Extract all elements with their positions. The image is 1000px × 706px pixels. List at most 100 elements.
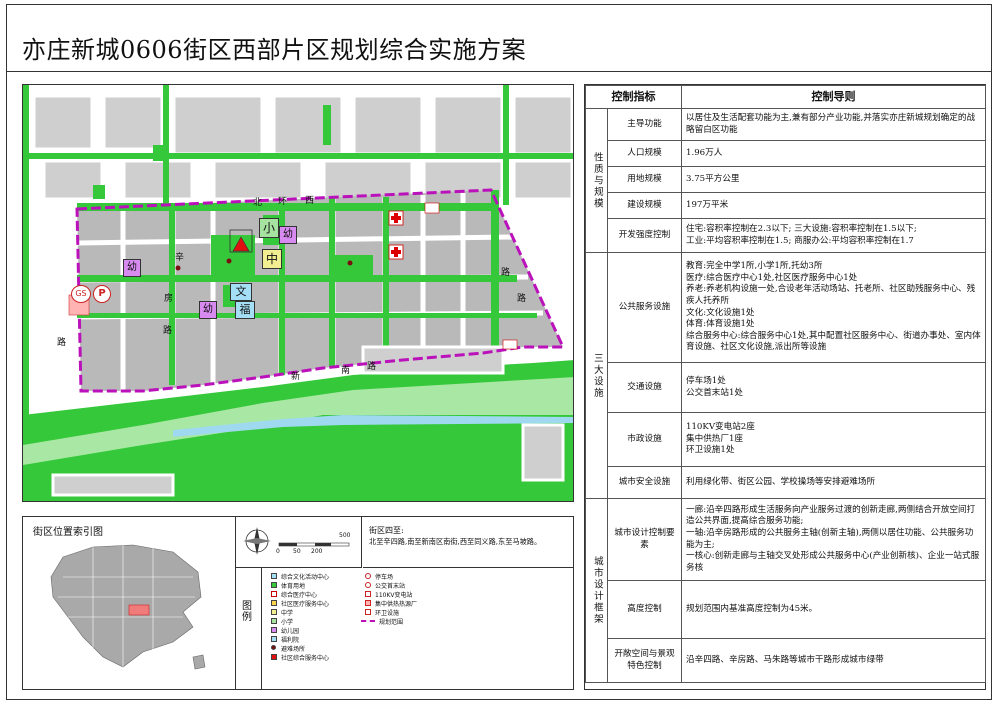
scope-title: 街区四至: [369, 526, 404, 535]
indicator-cell: 用地规模 [607, 166, 682, 193]
road-label: 路 [163, 326, 173, 336]
block-scope-info: 街区四至: 北至辛四路,南至新南区南街,西至同义路,东至马坡路。 [363, 517, 573, 568]
road-label: 路 [501, 268, 511, 278]
culture-facility-icon: 文 [235, 285, 247, 298]
substation-icon [365, 591, 371, 597]
legend-item: 幼儿园 [281, 628, 300, 635]
indicator-cell: 高度控制 [607, 580, 682, 639]
guideline-cell: 110KV变电站2座 集中供热厂1座 环卫设施1处 [681, 412, 986, 467]
road-label: 路 [57, 338, 67, 348]
facility-culture: 文 [230, 283, 252, 301]
indicator-cell: 城市安全设施 [607, 466, 682, 499]
middle-school-icon [271, 609, 277, 615]
table-row: 三大设施 公共服务设施 教育:完全中学1所,小学1所,托幼3所 医疗:综合医疗中… [585, 252, 986, 499]
index-map-graphic [50, 544, 206, 670]
table-header-row: 控制指标 控制导则 [585, 85, 986, 109]
indicator-cell: 开敞空间与景观特色控制 [607, 638, 682, 683]
legend-item: 福利院 [281, 637, 300, 644]
road-label: 南 [341, 366, 351, 376]
legend-item: 综合文化活动中心 [281, 574, 330, 581]
indicator-cell: 公共服务设施 [607, 252, 682, 363]
table-row: 用地规模 3.75平方公里 [586, 166, 986, 193]
scale-label: 50 [293, 548, 301, 555]
compass-icon [243, 527, 350, 555]
sanitation-icon [365, 609, 371, 615]
guideline-cell: 197万平米 [681, 192, 986, 219]
table-row: 城市设计框架 城市设计控制要素 一廊:沿辛四路形成生活服务向产业服务过渡的创新走… [585, 498, 986, 683]
road-label: 环 [278, 197, 288, 207]
guideline-cell: 停车场1处 公交首末站1处 [681, 362, 986, 413]
table-row: 建设规模 197万平米 [586, 192, 986, 219]
scale-label: 200 [311, 548, 323, 555]
primary-school-icon: 小 [262, 221, 275, 235]
indicator-cell: 人口规模 [607, 140, 682, 167]
legend: 综合文化活动中心 体育用地 综合医疗中心 社区医疗服务中心 中学 小学 幼儿园 … [261, 567, 573, 689]
compass-and-scale: 0 50 200 500 [235, 517, 362, 568]
legend-item: 公交首末站 [375, 583, 406, 590]
welfare-home-icon: 福 [239, 303, 251, 316]
group-label: 三大设施 [585, 252, 608, 499]
control-table: 控制指标 控制导则 性质与规模 主导功能 以居住及生活配套功能为主,兼有部分产业… [585, 85, 986, 683]
boundary-line-icon [361, 620, 375, 622]
facility-kindergarten-2: 幼 [123, 259, 141, 277]
heating-plant-icon [365, 600, 371, 606]
legend-item: 110KV变电站 [375, 592, 413, 599]
index-and-legend-panel: 街区位置索引图 0 50 200 500 街区四至: 北至辛四路,南至新南区南街… [22, 516, 574, 690]
legend-item: 集中供热热源厂 [375, 601, 418, 608]
guideline-cell: 一廊:沿辛四路形成生活服务向产业服务过渡的创新走廊,两侧结合开放空间打造公共界面… [681, 498, 986, 581]
facility-welfare: 福 [235, 301, 255, 319]
table-row: 高度控制 规划范围内基准高度控制为45米。 [586, 580, 986, 639]
legend-item: 社区医疗服务中心 [281, 601, 330, 608]
indicator-cell: 城市设计控制要素 [607, 498, 682, 581]
indicator-cell: 交通设施 [607, 362, 682, 413]
facility-middle-school: 中 [262, 249, 282, 269]
medical-center-icon [271, 591, 277, 597]
legend-item: 避难场所 [281, 646, 306, 653]
culture-center-icon [271, 573, 277, 579]
parking-icon [365, 573, 371, 579]
page-title: 亦庄新城0606街区西部片区规划综合实施方案 [22, 36, 527, 64]
parking-icon: P [98, 288, 106, 299]
group-label: 性质与规模 [585, 108, 608, 253]
indicator-cell: 主导功能 [607, 108, 682, 141]
legend-item: 小学 [281, 619, 294, 626]
community-service-center-icon [271, 654, 277, 660]
table-row: 开发强度控制 住宅:容积率控制在2.3以下; 三大设施:容积率控制在1.5以下;… [586, 218, 986, 253]
facility-kindergarten-1: 幼 [279, 226, 297, 244]
kindergarten-icon: 幼 [283, 229, 293, 240]
table-row: 交通设施 停车场1处 公交首末站1处 [586, 362, 986, 413]
scale-label: 0 [276, 548, 280, 555]
sports-land-icon [271, 582, 277, 588]
indicator-cell: 建设规模 [607, 192, 682, 219]
guideline-cell: 教育:完全中学1所,小学1所,托幼3所 医疗:综合医疗中心1处,社区医疗服务中心… [681, 252, 986, 363]
kindergarten-icon: 幼 [127, 262, 137, 273]
road-label: 西 [305, 196, 315, 206]
group-label: 城市设计框架 [585, 498, 608, 683]
road-label: 北 [253, 198, 263, 208]
facility-parking: P [93, 285, 111, 303]
header-guideline: 控制导则 [681, 85, 986, 109]
table-row: 市政设施 110KV变电站2座 集中供热厂1座 环卫设施1处 [586, 412, 986, 467]
kindergarten-icon [271, 627, 277, 633]
road-label: 路 [367, 362, 377, 372]
facility-gas-station: GS [71, 285, 91, 303]
guideline-cell: 沿辛四路、辛房路、马朱路等城市干路形成城市绿带 [681, 638, 986, 683]
facility-kindergarten-3: 幼 [199, 301, 217, 319]
legend-item: 中学 [281, 610, 294, 617]
guideline-cell: 1.96万人 [681, 140, 986, 167]
legend-item: 社区综合服务中心 [281, 655, 330, 662]
control-table-panel: 控制指标 控制导则 性质与规模 主导功能 以居住及生活配套功能为主,兼有部分产业… [584, 84, 986, 690]
scope-text: 北至辛四路,南至新南区南街,西至同义路,东至马坡路。 [369, 537, 542, 546]
scale-label: 500 [339, 532, 351, 539]
location-index-map: 街区位置索引图 [23, 517, 236, 689]
road-label: 房 [164, 294, 174, 304]
guideline-cell: 规划范围内基准高度控制为45米。 [681, 580, 986, 639]
kindergarten-icon: 幼 [203, 304, 213, 315]
indicator-cell: 开发强度控制 [607, 218, 682, 253]
planning-map: 小 幼 中 幼 文 幼 福 P GS 北 环 西 路 辛 房 路 新 南 路 路… [22, 84, 574, 502]
table-row: 城市安全设施 利用绿化带、街区公园、学校操场等安排避难场所 [586, 466, 986, 499]
header-indicator: 控制指标 [585, 85, 682, 109]
table-row: 开敞空间与景观特色控制 沿辛四路、辛房路、马朱路等城市干路形成城市绿带 [586, 638, 986, 683]
road-label: 路 [517, 294, 527, 304]
legend-label: 图 例 [235, 567, 262, 689]
